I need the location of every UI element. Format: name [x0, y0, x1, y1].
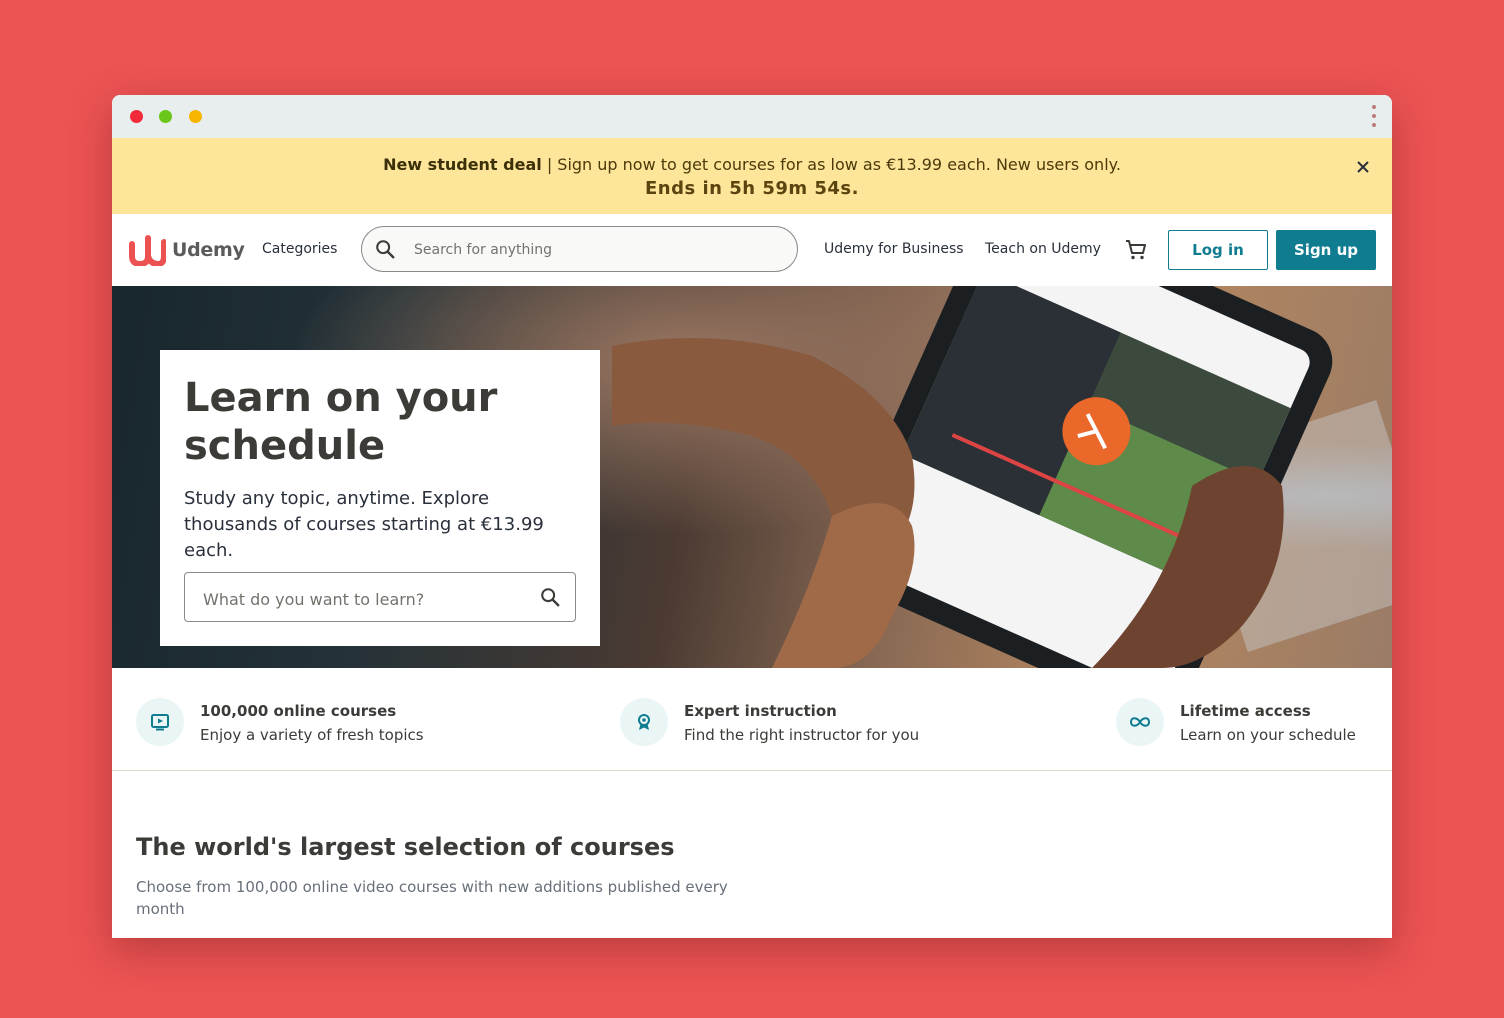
- signup-button[interactable]: Sign up: [1276, 230, 1376, 270]
- hero-title: Learn on your schedule: [184, 375, 498, 469]
- hero-card: Learn on your schedule Study any topic, …: [160, 350, 600, 646]
- close-window-dot[interactable]: [130, 110, 143, 123]
- promo-text: New student deal | Sign up now to get co…: [112, 155, 1392, 174]
- maximize-window-dot[interactable]: [159, 110, 172, 123]
- feature-title: Expert instruction: [684, 702, 837, 720]
- promo-label: New student deal: [383, 155, 542, 174]
- video-icon: [136, 698, 184, 746]
- minimize-window-dot[interactable]: [189, 110, 202, 123]
- feature-subtitle: Find the right instructor for you: [684, 726, 920, 744]
- cart-icon[interactable]: [1124, 238, 1148, 262]
- feature-title: 100,000 online courses: [200, 702, 397, 720]
- brand-name: Udemy: [172, 239, 245, 261]
- promo-countdown: Ends in 5h 59m 54s.: [644, 178, 859, 199]
- udemy-logo-icon: [129, 235, 166, 266]
- hero-section: Learn on your schedule Study any topic, …: [112, 286, 1392, 668]
- feature-subtitle: Enjoy a variety of fresh topics: [200, 726, 424, 744]
- top-navigation: Udemy Categories Udemy for Business Teac…: [112, 214, 1392, 286]
- promo-banner: New student deal | Sign up now to get co…: [112, 138, 1392, 214]
- categories-link[interactable]: Categories: [262, 241, 337, 257]
- login-button[interactable]: Log in: [1168, 230, 1268, 270]
- browser-window: New student deal | Sign up now to get co…: [112, 95, 1392, 938]
- close-icon[interactable]: [1352, 156, 1374, 178]
- section-title: The world's largest selection of courses: [136, 833, 675, 861]
- business-link[interactable]: Udemy for Business: [824, 241, 964, 257]
- infinity-icon: [1116, 698, 1164, 746]
- teach-link[interactable]: Teach on Udemy: [985, 241, 1101, 257]
- search-icon[interactable]: [374, 238, 396, 260]
- feature-title: Lifetime access: [1180, 702, 1311, 720]
- hero-search[interactable]: [184, 572, 576, 622]
- header-search[interactable]: [361, 226, 798, 272]
- courses-section: The world's largest selection of courses…: [136, 830, 756, 920]
- window-chrome: [112, 95, 1392, 138]
- features-strip: 100,000 online courses Enjoy a variety o…: [112, 668, 1392, 771]
- search-icon[interactable]: [539, 586, 561, 608]
- hero-subtitle: Study any topic, anytime. Explore thousa…: [184, 488, 544, 561]
- section-subtitle: Choose from 100,000 online video courses…: [136, 878, 728, 918]
- udemy-logo[interactable]: Udemy: [128, 234, 245, 266]
- hero-search-input[interactable]: [201, 586, 525, 612]
- more-options-icon[interactable]: [1370, 105, 1378, 129]
- badge-icon: [620, 698, 668, 746]
- promo-description: | Sign up now to get courses for as low …: [541, 155, 1121, 174]
- feature-subtitle: Learn on your schedule: [1180, 726, 1356, 744]
- search-input[interactable]: [412, 237, 776, 263]
